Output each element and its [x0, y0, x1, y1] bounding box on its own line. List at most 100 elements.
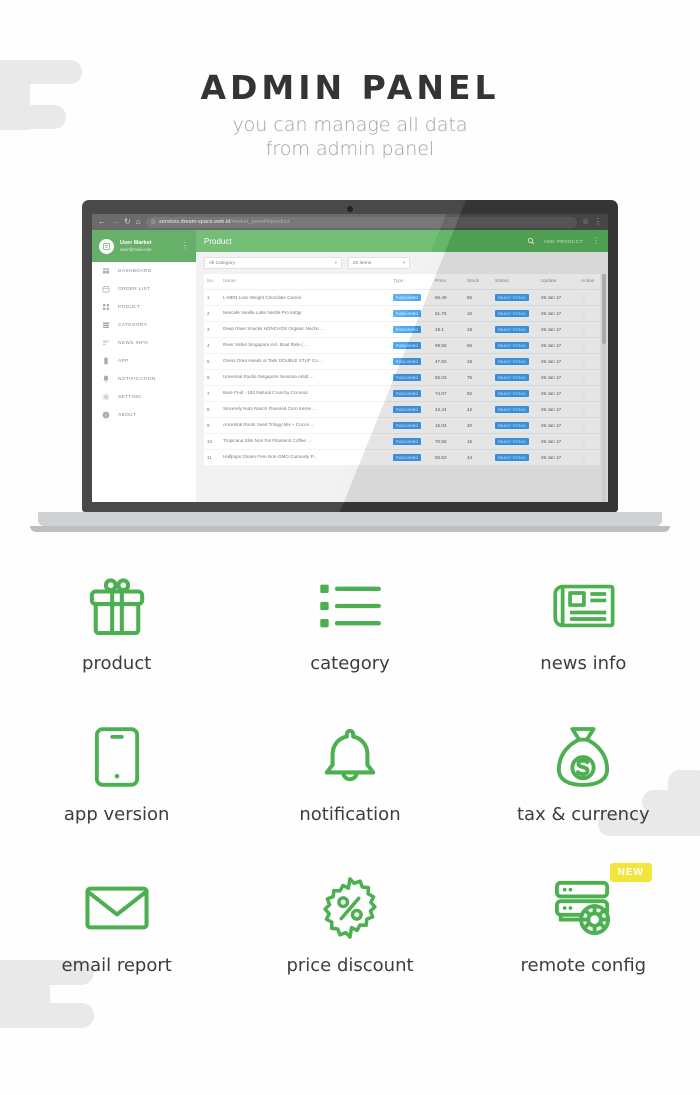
- back-arrow-icon[interactable]: ←: [98, 218, 106, 226]
- cell-update: 29 Jan 17: [538, 353, 578, 370]
- cell-price: 61.76: [432, 305, 464, 322]
- table-row[interactable]: 4 River Safari Singapore incl. Boat Ride …: [204, 337, 600, 354]
- cell-type: PUBLISHED: [390, 289, 432, 306]
- bullet-list-icon: [318, 575, 382, 637]
- table-row[interactable]: 8 Sincerely Nuts Ranch Flavored Corn Kern…: [204, 401, 600, 418]
- kebab-menu-icon[interactable]: ⋮: [581, 391, 587, 397]
- laptop-base: [38, 512, 662, 526]
- browser-menu-icon[interactable]: ⋮: [594, 218, 602, 226]
- cell-action[interactable]: ⋮: [578, 369, 600, 386]
- sidebar-item-app[interactable]: APP: [92, 352, 196, 370]
- kebab-menu-icon[interactable]: ⋮: [581, 375, 587, 381]
- cell-stock: 75: [464, 369, 492, 386]
- sidebar-profile[interactable]: User Market user@mail.com ⋮: [92, 230, 196, 262]
- cell-action[interactable]: ⋮: [578, 385, 600, 402]
- feature-tax-currency[interactable]: tax & currency: [467, 726, 700, 825]
- table-scrollbar[interactable]: [602, 274, 606, 502]
- table-row[interactable]: 11 Halfpops Gluten Free Non-GMO Curiously…: [204, 449, 600, 466]
- items-select-value: 20 items: [353, 260, 372, 266]
- kebab-menu-icon[interactable]: ⋮: [581, 295, 587, 301]
- profile-text: User Market user@mail.com: [120, 240, 152, 253]
- admin-app: User Market user@mail.com ⋮ DASHBOARD OR…: [92, 230, 608, 502]
- sidebar-item-product[interactable]: PODUCT: [92, 298, 196, 316]
- toolbar-menu-icon[interactable]: ⋮: [592, 236, 600, 244]
- feature-label: product: [82, 653, 152, 674]
- sidebar-item-setting[interactable]: SETTING: [92, 388, 196, 406]
- avatar: [99, 238, 114, 254]
- feature-email-report[interactable]: email report: [0, 877, 233, 976]
- cell-action[interactable]: ⋮: [578, 449, 600, 466]
- table-row[interactable]: 5 Oreos Oreo Heads or Tails DOUBLE STUF C…: [204, 353, 600, 370]
- cell-action[interactable]: ⋮: [578, 321, 600, 338]
- cell-action[interactable]: ⋮: [578, 305, 600, 322]
- table-row[interactable]: 3 Deep River Snacks HONCHOS Organic Nacho…: [204, 321, 600, 338]
- cell-action[interactable]: ⋮: [578, 289, 600, 306]
- cell-price: 74.07: [432, 385, 464, 402]
- kebab-menu-icon[interactable]: ⋮: [581, 311, 587, 317]
- feature-app-version[interactable]: app version: [0, 726, 233, 825]
- type-badge: PUBLISHED: [393, 406, 422, 413]
- kebab-menu-icon[interactable]: ⋮: [581, 407, 587, 413]
- money-bag-icon: [555, 726, 611, 788]
- home-icon[interactable]: ⌂: [136, 218, 141, 226]
- type-badge: PUBLISHED: [393, 342, 422, 349]
- cell-name: Sincerely Nuts Ranch Flavored Corn Kerne…: [220, 401, 390, 418]
- feature-grid: product category news info app version n…: [0, 575, 700, 976]
- star-icon[interactable]: ☆: [582, 218, 589, 226]
- cell-price: 69.58: [432, 337, 464, 354]
- items-per-page-select[interactable]: 20 items ▾: [348, 257, 410, 269]
- kebab-menu-icon[interactable]: ⋮: [581, 423, 587, 429]
- feature-remote-config[interactable]: NEW remote config: [467, 863, 700, 976]
- feature-notification[interactable]: notification: [233, 726, 466, 825]
- table-row[interactable]: 9 Ancestral Roots Seed Trilogy Mix + Coco…: [204, 417, 600, 434]
- calendar-icon: [101, 285, 110, 294]
- table-row[interactable]: 10 Tropicana Slim Non Fat Fitosterol Coff…: [204, 433, 600, 450]
- sidebar-item-news-info[interactable]: NEWS INFO: [92, 334, 196, 352]
- forward-arrow-icon[interactable]: →: [111, 218, 119, 226]
- sidebar-item-about[interactable]: ABOUT: [92, 406, 196, 424]
- cell-action[interactable]: ⋮: [578, 401, 600, 418]
- feature-product[interactable]: product: [0, 575, 233, 674]
- type-badge: PUBLISHED: [393, 310, 422, 317]
- url-domain: services.dream-space.web.id: [158, 219, 231, 225]
- category-select[interactable]: All Category ▾: [204, 257, 342, 269]
- reload-icon[interactable]: ↻: [124, 218, 131, 226]
- type-badge: PUBLISHED: [393, 294, 422, 301]
- cell-type: PUBLISHED: [390, 433, 432, 450]
- search-icon[interactable]: [527, 237, 535, 245]
- feature-category[interactable]: category: [233, 575, 466, 674]
- sidebar-label: APP: [118, 358, 129, 364]
- cell-type: PUBLISHED: [390, 353, 432, 370]
- address-bar[interactable]: ☉ services.dream-space.web.id/market_pan…: [145, 216, 577, 228]
- cell-action[interactable]: ⋮: [578, 353, 600, 370]
- sidebar-item-order-list[interactable]: ORDER LIST: [92, 280, 196, 298]
- decor-shape-bottom-left-bar2: [0, 1003, 94, 1028]
- toolbar-actions: ADD PRODUCT ⋮: [527, 236, 600, 245]
- table-row[interactable]: 2 Nescafe Vanilla Latte Nestle Pro 640gr P…: [204, 305, 600, 322]
- kebab-menu-icon[interactable]: ⋮: [581, 455, 587, 461]
- feature-news-info[interactable]: news info: [467, 575, 700, 674]
- scrollbar-thumb[interactable]: [602, 274, 606, 344]
- table-row[interactable]: 6 Universal Studio Singapore Sentosa Adul…: [204, 369, 600, 386]
- cell-stock: 16: [464, 433, 492, 450]
- sidebar-item-dashboard[interactable]: DASHBOARD: [92, 262, 196, 280]
- header-no: No: [204, 274, 220, 290]
- profile-menu-icon[interactable]: ⋮: [181, 241, 189, 249]
- sidebar-label: ORDER LIST: [118, 286, 151, 292]
- sidebar-item-category[interactable]: CATEGORY: [92, 316, 196, 334]
- cell-price: 16.04: [432, 417, 464, 434]
- cell-action[interactable]: ⋮: [578, 337, 600, 354]
- kebab-menu-icon[interactable]: ⋮: [581, 327, 587, 333]
- feature-price-discount[interactable]: price discount: [233, 877, 466, 976]
- kebab-menu-icon[interactable]: ⋮: [581, 439, 587, 445]
- cell-action[interactable]: ⋮: [578, 433, 600, 450]
- kebab-menu-icon[interactable]: ⋮: [581, 359, 587, 365]
- kebab-menu-icon[interactable]: ⋮: [581, 343, 587, 349]
- table-row[interactable]: 1 L-MEN Lose Weight Chocolate Cereal PUBLI…: [204, 289, 600, 306]
- cell-update: 29 Jan 17: [538, 433, 578, 450]
- type-badge: PUBLISHED: [393, 358, 422, 365]
- table-row[interactable]: 7 Bare Fruit - 100 Natural Crunchy Coconu…: [204, 385, 600, 402]
- add-product-button[interactable]: ADD PRODUCT: [544, 239, 583, 244]
- sidebar-item-notification[interactable]: NOTIFICATION: [92, 370, 196, 388]
- cell-action[interactable]: ⋮: [578, 417, 600, 434]
